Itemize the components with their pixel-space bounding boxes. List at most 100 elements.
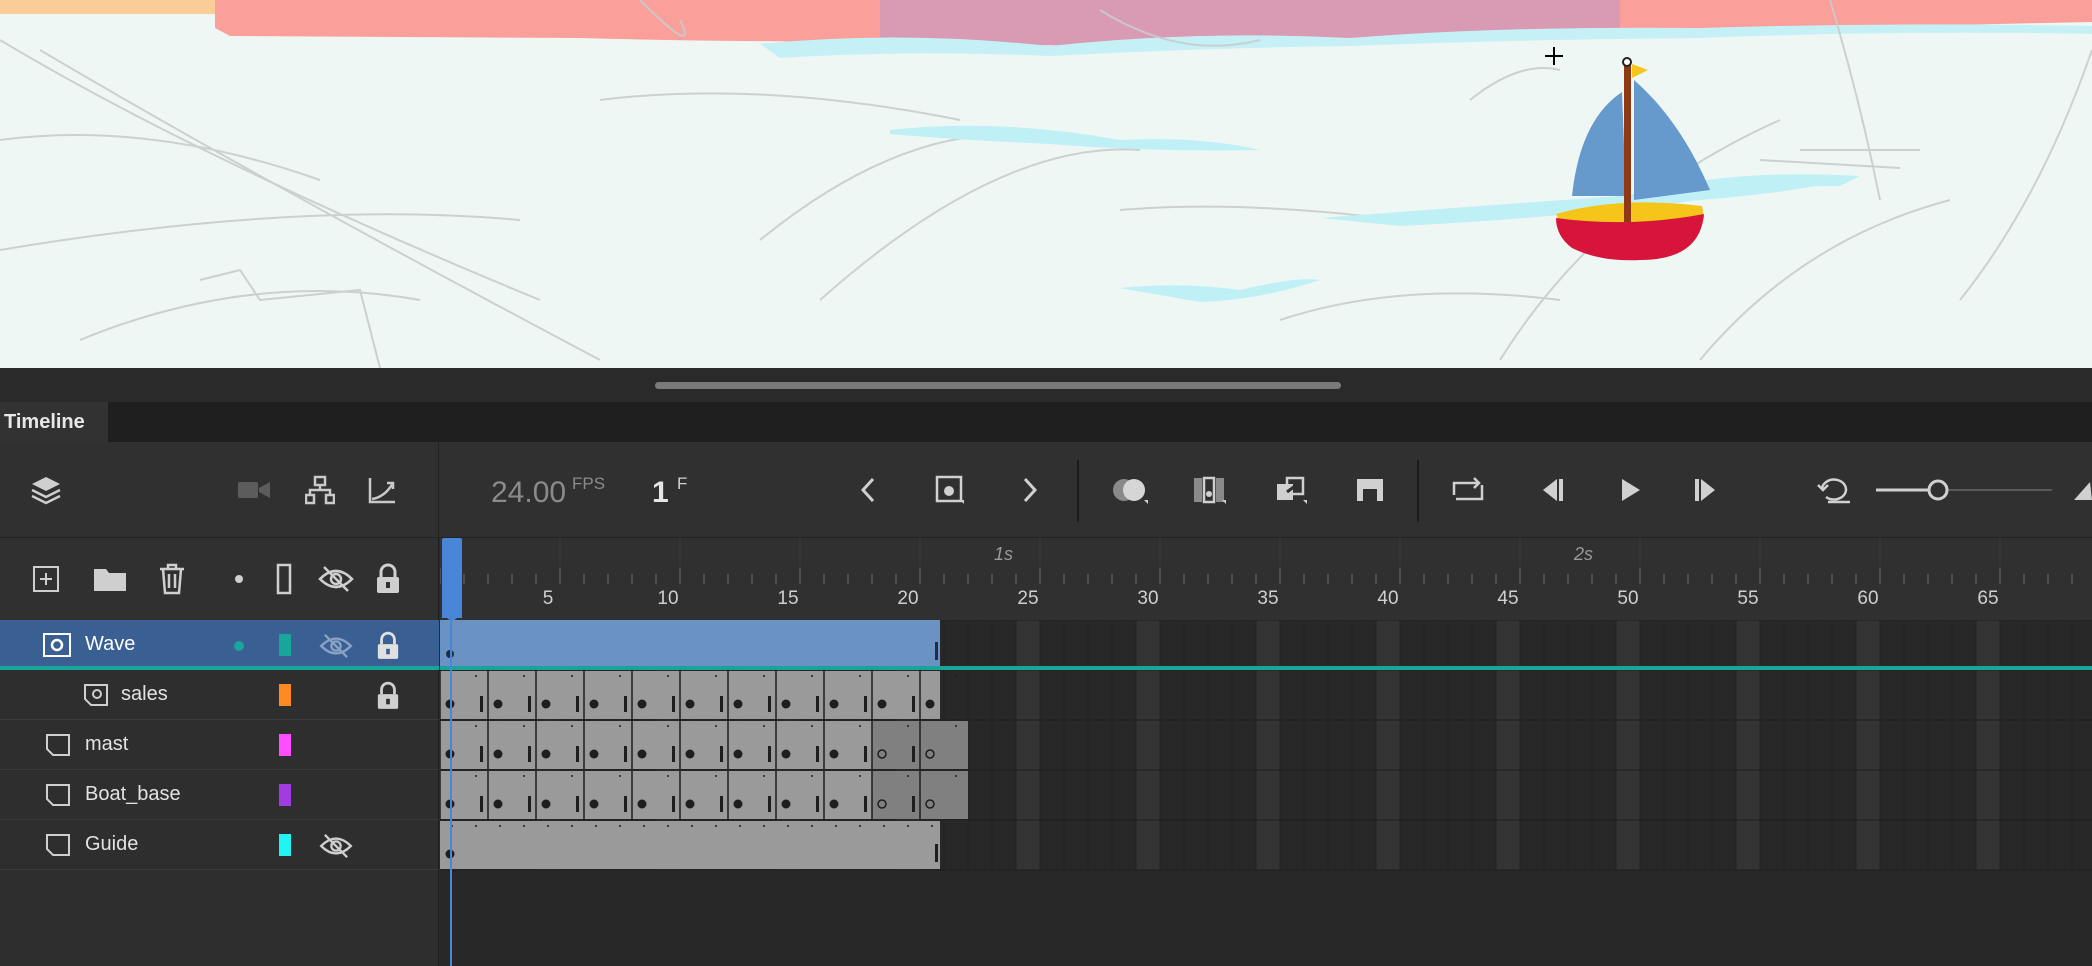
- span-end-marker: [576, 796, 579, 812]
- add-layer-icon[interactable]: [28, 562, 64, 596]
- tween-dot: [619, 675, 621, 677]
- tween-dot: [763, 675, 765, 677]
- keyframe-dot: [781, 699, 791, 709]
- layer-header: [0, 538, 439, 620]
- tween-dot: [883, 825, 885, 827]
- ease-graph-icon[interactable]: [364, 472, 400, 508]
- tween-dot: [859, 675, 861, 677]
- hidden-eye-icon[interactable]: [318, 632, 354, 660]
- tween-dot: [859, 775, 861, 777]
- layer-row-guide[interactable]: Guide: [0, 820, 439, 870]
- layer-color-swatch[interactable]: [279, 784, 291, 806]
- layer-name[interactable]: Guide: [85, 833, 138, 856]
- layer-name[interactable]: Wave: [85, 633, 135, 656]
- frame-column-marker: [1976, 620, 2000, 870]
- layer-name[interactable]: sales: [121, 683, 168, 706]
- zoom-slider[interactable]: [1874, 478, 2054, 502]
- keyframe-dot: [781, 749, 791, 759]
- tween-dot: [499, 825, 501, 827]
- layer-color-swatch[interactable]: [279, 734, 291, 756]
- highlight-dot-icon[interactable]: [230, 572, 248, 586]
- tween-dot: [859, 725, 861, 727]
- splitter-handle[interactable]: [655, 382, 1341, 389]
- onion-skin-icon[interactable]: [1108, 470, 1152, 510]
- tween-dot: [571, 775, 573, 777]
- tween-dot: [715, 675, 717, 677]
- step-back-icon[interactable]: [1530, 470, 1570, 510]
- timeline-ruler[interactable]: 1s 2s 5 10 15 20 25 30 35 40 45 50 55 60 65: [440, 538, 2092, 622]
- step-forward-icon[interactable]: [1688, 470, 1728, 510]
- tween-dot: [715, 775, 717, 777]
- keyframe-dot: [781, 799, 791, 809]
- keyframe-dot: [829, 749, 839, 759]
- layer-color-swatch[interactable]: [279, 634, 291, 656]
- edit-multiple-frames-icon[interactable]: [1188, 470, 1232, 510]
- keyframe-dot: [829, 699, 839, 709]
- panel-splitter[interactable]: [0, 368, 2092, 402]
- current-frame[interactable]: 1: [652, 476, 669, 510]
- frame-number-label: 10: [657, 588, 679, 609]
- span-end-marker: [816, 796, 819, 812]
- stage-canvas[interactable]: [0, 0, 2092, 368]
- tween-dot: [955, 775, 957, 777]
- span-end-marker: [864, 746, 867, 762]
- keyframe-dot: [637, 749, 647, 759]
- fps-value[interactable]: 24.00: [491, 476, 566, 510]
- tween-dot: [595, 825, 597, 827]
- layer-row-sales[interactable]: sales: [0, 670, 439, 720]
- frame-column-marker: [1496, 620, 1520, 870]
- tween-dot: [691, 825, 693, 827]
- layer-row-mast[interactable]: mast: [0, 720, 439, 770]
- next-keyframe-icon[interactable]: [1014, 472, 1046, 508]
- tween-dot: [739, 825, 741, 827]
- hierarchy-icon[interactable]: [302, 472, 338, 508]
- tween-dot: [475, 725, 477, 727]
- outline-toggle-icon[interactable]: [272, 562, 296, 596]
- layer-icon: [44, 832, 72, 858]
- hide-all-icon[interactable]: [316, 562, 356, 596]
- keyframe-dot: [493, 799, 503, 809]
- layer-color-swatch[interactable]: [279, 834, 291, 856]
- span-end-marker: [816, 696, 819, 712]
- layer-row-boat-base[interactable]: Boat_base: [0, 770, 439, 820]
- insert-keyframe-icon[interactable]: [930, 470, 970, 510]
- tween-dot: [811, 725, 813, 727]
- layers-icon[interactable]: [24, 470, 68, 510]
- keyframe-dot: [733, 799, 743, 809]
- add-folder-icon[interactable]: [90, 562, 130, 596]
- hidden-eye-icon[interactable]: [318, 832, 354, 860]
- highlight-dot-icon[interactable]: [232, 640, 246, 652]
- lock-icon[interactable]: [374, 630, 402, 662]
- layer-row-wave[interactable]: Wave: [0, 620, 439, 670]
- keyframe-dot: [685, 799, 695, 809]
- delete-layer-icon[interactable]: [154, 560, 190, 598]
- tween-dot: [547, 825, 549, 827]
- layer-name[interactable]: Boat_base: [85, 783, 181, 806]
- span-end-marker: [480, 746, 483, 762]
- keyframe-dot: [733, 699, 743, 709]
- frames-grid[interactable]: [440, 620, 2092, 966]
- frame-number-label: 40: [1377, 588, 1399, 609]
- play-icon[interactable]: [1610, 470, 1650, 510]
- camera-icon[interactable]: [236, 474, 272, 506]
- playhead-handle[interactable]: [442, 538, 462, 618]
- frames-canvas[interactable]: [440, 620, 2092, 966]
- tween-dot: [787, 825, 789, 827]
- frame-number-label: 35: [1257, 588, 1279, 609]
- layer-color-swatch[interactable]: [279, 684, 291, 706]
- span-end-marker: [480, 796, 483, 812]
- tab-timeline[interactable]: Timeline: [0, 402, 108, 442]
- keyframe-dot: [589, 749, 599, 759]
- keyframe-dot: [541, 749, 551, 759]
- span-end-marker: [624, 696, 627, 712]
- zoom-large-icon[interactable]: [2070, 476, 2092, 504]
- swap-symbol-icon[interactable]: [1270, 470, 1314, 510]
- lock-icon[interactable]: [374, 680, 402, 712]
- paste-frames-icon[interactable]: [1350, 470, 1390, 510]
- layer-name[interactable]: mast: [85, 733, 128, 756]
- lock-all-icon[interactable]: [372, 560, 404, 598]
- span-end-marker: [720, 696, 723, 712]
- prev-keyframe-icon[interactable]: [852, 472, 884, 508]
- reset-zoom-icon[interactable]: [1812, 470, 1856, 510]
- loop-icon[interactable]: [1446, 470, 1490, 510]
